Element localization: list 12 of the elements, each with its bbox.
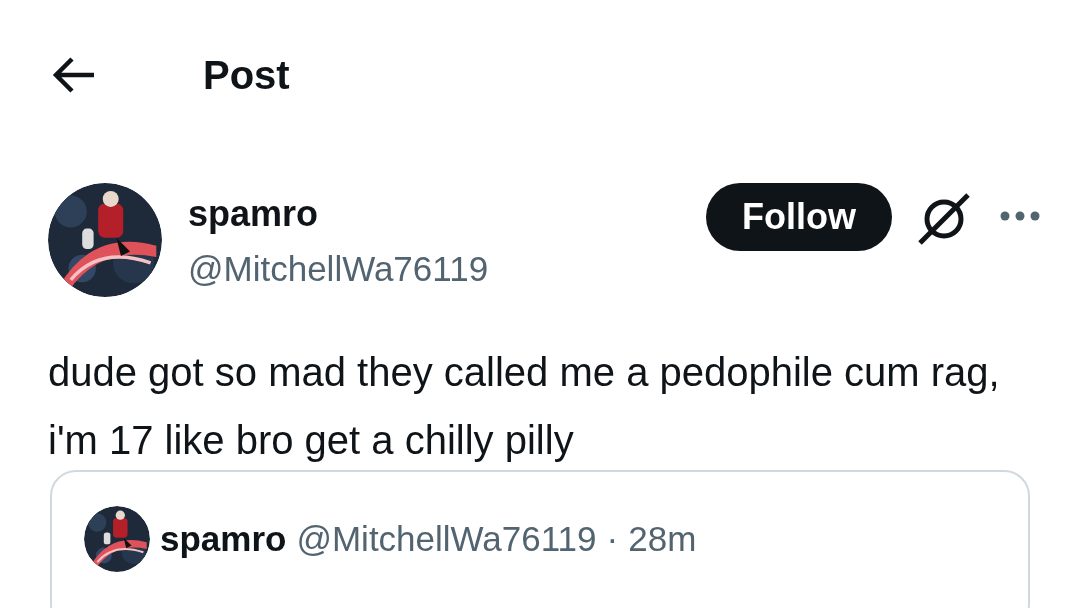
author-handle: @MitchellWa76119 bbox=[188, 249, 490, 289]
post-text: dude got so mad they called me a pedophile cum rag, i'm 17 like bro get a chilly pilly bbox=[48, 349, 1001, 464]
slashed-circle-icon[interactable] bbox=[916, 191, 972, 247]
quoted-author-handle: @MitchellWa76119 bbox=[296, 518, 597, 560]
separator-dot: · bbox=[606, 518, 619, 560]
quoted-post-card[interactable]: spamro @MitchellWa76119 · 28m bbox=[50, 470, 1030, 608]
quoted-author-name: spamro bbox=[160, 518, 287, 560]
follow-button[interactable]: Follow bbox=[706, 183, 892, 251]
more-icon[interactable] bbox=[1000, 211, 1040, 221]
page-title: Post bbox=[203, 52, 290, 98]
author-name: spamro bbox=[188, 193, 320, 235]
post-time: 28m bbox=[628, 518, 697, 560]
